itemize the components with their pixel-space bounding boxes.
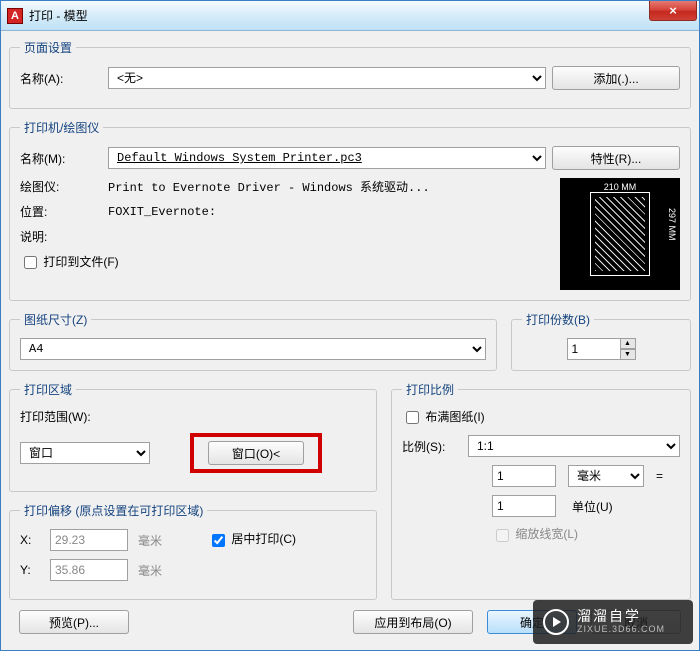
copies-input[interactable] <box>567 338 621 360</box>
scale-top-input[interactable] <box>492 465 556 487</box>
printer-name-select[interactable]: Default Windows System Printer.pc3 <box>108 147 546 169</box>
printer-group: 打印机/绘图仪 名称(M): Default Windows System Pr… <box>9 119 691 301</box>
play-icon <box>543 609 569 635</box>
copies-up[interactable]: ▲ <box>620 338 636 349</box>
paper-size-group: 图纸尺寸(Z) A4 <box>9 311 497 371</box>
page-setup-legend: 页面设置 <box>20 39 76 56</box>
offset-x-label: X: <box>20 533 44 547</box>
offset-x-unit: 毫米 <box>138 532 178 549</box>
plot-area-group: 打印区域 打印范围(W): 窗口 窗口(O)< <box>9 381 377 492</box>
apply-layout-button[interactable]: 应用到布局(O) <box>353 610 473 634</box>
scale-bottom-unit-label: 单位(U) <box>572 498 613 515</box>
offset-y-label: Y: <box>20 563 44 577</box>
desc-label: 说明: <box>20 228 102 245</box>
offset-y-input <box>50 559 128 581</box>
paper-size-legend: 图纸尺寸(Z) <box>20 311 91 328</box>
print-to-file-checkbox-label[interactable]: 打印到文件(F) <box>20 253 119 272</box>
paper-width-label: 210 MM <box>560 182 680 192</box>
paper-size-select[interactable]: A4 <box>20 338 486 360</box>
lineweights-checkbox <box>496 529 509 542</box>
app-icon: A <box>7 8 23 24</box>
scale-bottom-input[interactable] <box>492 495 556 517</box>
center-checkbox-label[interactable]: 居中打印(C) <box>208 530 296 549</box>
close-icon: × <box>669 3 677 18</box>
watermark-brand: 溜溜自学 <box>577 609 665 624</box>
window-title: 打印 - 模型 <box>29 7 88 24</box>
watermark: 溜溜自学 ZIXUE.3D66.COM <box>533 600 693 644</box>
plotter-label: 绘图仪: <box>20 178 102 195</box>
paper-preview: 210 MM 297 MM <box>560 178 680 290</box>
plot-range-select[interactable]: 窗口 <box>20 442 150 464</box>
preview-button[interactable]: 预览(P)... <box>19 610 129 634</box>
equals-sign: = <box>656 469 663 483</box>
titlebar: A 打印 - 模型 × <box>1 1 699 31</box>
print-to-file-checkbox[interactable] <box>24 256 37 269</box>
location-value: FOXIT_Evernote: <box>108 205 216 219</box>
printer-name-label: 名称(M): <box>20 150 102 167</box>
page-setup-name-label: 名称(A): <box>20 70 102 87</box>
plotter-value: Print to Evernote Driver - Windows 系统驱动.… <box>108 178 430 195</box>
center-checkbox[interactable] <box>212 534 225 547</box>
scale-group: 打印比例 布满图纸(I) 比例(S): 1:1 毫米 <box>391 381 691 600</box>
fit-checkbox-label[interactable]: 布满图纸(I) <box>402 408 485 427</box>
copies-down[interactable]: ▼ <box>620 349 636 360</box>
scale-label: 比例(S): <box>402 438 462 455</box>
paper-height-label: 297 MM <box>667 208 677 241</box>
plot-range-label: 打印范围(W): <box>20 408 91 425</box>
offset-group: 打印偏移 (原点设置在可打印区域) X: 毫米 居中打印(C) Y: 毫米 <box>9 502 377 600</box>
printer-legend: 打印机/绘图仪 <box>20 119 103 136</box>
copies-group: 打印份数(B) ▲ ▼ <box>511 311 691 371</box>
location-label: 位置: <box>20 203 102 220</box>
page-setup-name-select[interactable]: <无> <box>108 67 546 89</box>
offset-y-unit: 毫米 <box>138 562 178 579</box>
offset-x-input <box>50 529 128 551</box>
plot-area-legend: 打印区域 <box>20 381 76 398</box>
offset-legend: 打印偏移 (原点设置在可打印区域) <box>20 502 207 519</box>
scale-legend: 打印比例 <box>402 381 458 398</box>
printer-props-button[interactable]: 特性(R)... <box>552 146 680 170</box>
copies-spinner[interactable]: ▲ ▼ <box>620 338 636 360</box>
window-button-highlight: 窗口(O)< <box>190 433 322 473</box>
fit-checkbox[interactable] <box>406 411 419 424</box>
copies-legend: 打印份数(B) <box>522 311 594 328</box>
watermark-domain: ZIXUE.3D66.COM <box>577 625 665 635</box>
lineweights-checkbox-label[interactable]: 缩放线宽(L) <box>492 525 578 544</box>
scale-select[interactable]: 1:1 <box>468 435 680 457</box>
page-setup-group: 页面设置 名称(A): <无> 添加(.)... <box>9 39 691 109</box>
close-button[interactable]: × <box>649 1 697 21</box>
window-button[interactable]: 窗口(O)< <box>208 441 304 465</box>
paper-icon <box>590 192 650 276</box>
add-page-setup-button[interactable]: 添加(.)... <box>552 66 680 90</box>
scale-top-unit-select[interactable]: 毫米 <box>568 465 644 487</box>
